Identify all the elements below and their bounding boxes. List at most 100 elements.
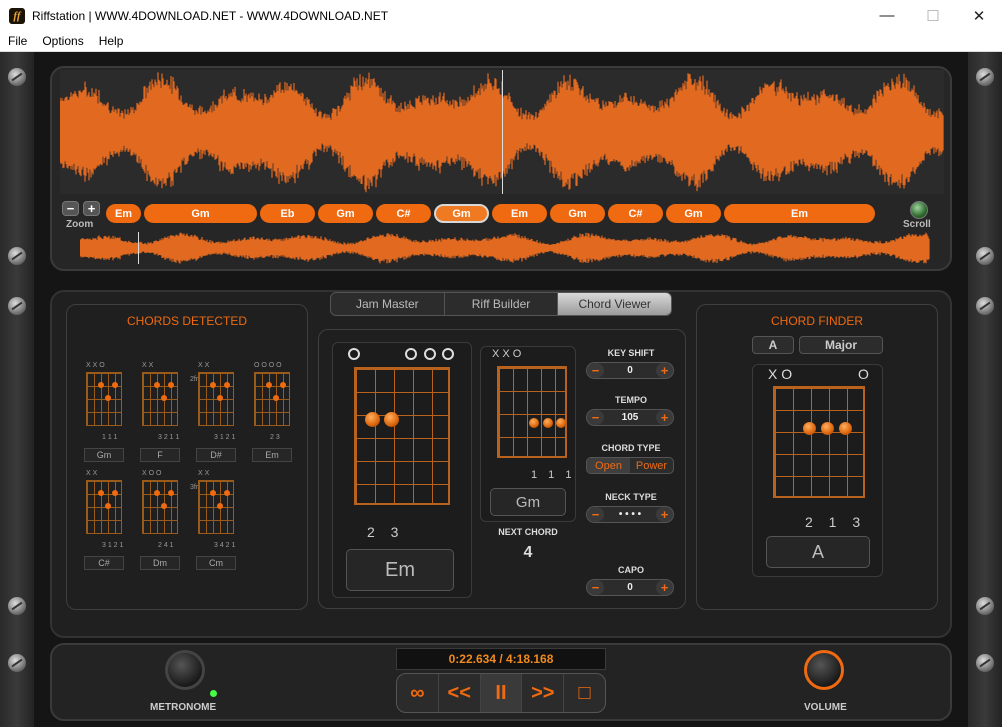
scroll-toggle[interactable]	[910, 201, 928, 219]
detected-chord-fingering: 1 1 1	[102, 434, 118, 441]
volume-label: VOLUME	[804, 702, 847, 713]
finger-dot	[224, 382, 230, 388]
open-string-icon	[424, 348, 436, 360]
loop-button[interactable]: ∞	[397, 674, 439, 712]
transport-controls: ∞ << II >> □	[396, 673, 606, 713]
time-display: 0:22.634 / 4:18.168	[396, 648, 606, 670]
rewind-button[interactable]: <<	[439, 674, 481, 712]
finger-dot	[168, 490, 174, 496]
pause-button[interactable]: II	[480, 674, 523, 712]
current-chord-fingering: 2 3	[367, 524, 405, 540]
next-chord-label: NEXT CHORD	[498, 527, 558, 537]
neck-type-minus-button[interactable]: −	[587, 507, 604, 522]
key-shift-plus-button[interactable]: +	[656, 363, 673, 378]
chord-type-power[interactable]: Power	[630, 458, 673, 473]
open-string-icon	[405, 348, 417, 360]
chord-pill[interactable]: Eb	[260, 204, 315, 223]
finger-dot	[154, 382, 160, 388]
tab-chord-viewer[interactable]: Chord Viewer	[558, 293, 671, 315]
finger-dot	[210, 490, 216, 496]
riffstation-app-icon: ff	[9, 7, 25, 24]
next-chord-name: Gm	[490, 488, 566, 516]
fast-forward-button[interactable]: >>	[522, 674, 565, 712]
neck-type-plus-button[interactable]: +	[656, 507, 673, 522]
finder-quality-select[interactable]: Major	[799, 336, 883, 354]
stop-button[interactable]: □	[564, 674, 605, 712]
chord-type-open[interactable]: Open	[587, 458, 630, 473]
zoom-out-button[interactable]: −	[62, 201, 79, 216]
left-rack-rail	[0, 52, 34, 727]
detected-chord-fret: 3fr	[190, 484, 199, 491]
waveform-bars	[80, 232, 930, 264]
open-string-icon	[348, 348, 360, 360]
volume-knob-icon[interactable]	[804, 650, 844, 690]
detected-chord-name: Cm	[196, 556, 236, 570]
finger-dot	[803, 422, 816, 435]
key-shift-stepper: − 0 +	[586, 362, 674, 379]
overview-waveform[interactable]	[80, 232, 930, 264]
detected-chord-fingering: 2 4 1	[158, 542, 174, 549]
tempo-stepper: − 105 +	[586, 409, 674, 426]
detected-chord-fretboard	[86, 372, 122, 426]
chord-pill[interactable]: Gm	[550, 204, 605, 223]
detected-chord-name: F	[140, 448, 180, 462]
chord-pill[interactable]: Gm	[434, 204, 489, 223]
detected-chord-fret: 2fr	[190, 376, 199, 383]
chord-pill[interactable]: Gm	[144, 204, 257, 223]
playhead-line[interactable]	[502, 70, 503, 194]
detected-chord-fretboard	[254, 372, 290, 426]
next-chord-fretboard	[497, 366, 567, 458]
metronome-knob-icon[interactable]	[165, 650, 205, 690]
finger-dot	[161, 503, 167, 509]
screw-icon	[8, 597, 26, 615]
finger-dot	[154, 490, 160, 496]
menu-help[interactable]: Help	[91, 34, 131, 48]
capo-plus-button[interactable]: +	[656, 580, 673, 595]
neck-type-stepper: − • • • • +	[586, 506, 674, 523]
detected-chord-open-strings: X X	[198, 470, 210, 477]
tab-jam-master[interactable]: Jam Master	[331, 293, 445, 315]
zoom-in-button[interactable]: +	[83, 201, 100, 216]
menu-file[interactable]: File	[0, 34, 34, 48]
key-shift-minus-button[interactable]: −	[587, 363, 604, 378]
mode-tabs: Jam Master Riff Builder Chord Viewer	[330, 292, 672, 316]
finder-root-select[interactable]: A	[752, 336, 794, 354]
detected-chord-name: Dm	[140, 556, 180, 570]
chord-pill[interactable]: Em	[492, 204, 547, 223]
scroll-label: Scroll	[903, 219, 931, 230]
finger-dot	[556, 418, 566, 428]
chord-pill[interactable]: C#	[608, 204, 663, 223]
minimize-button[interactable]: —	[864, 0, 910, 31]
open-string-icon	[442, 348, 454, 360]
screw-icon	[8, 297, 26, 315]
detected-chord-fingering: 3 1 2 1	[214, 434, 236, 441]
metronome-label: METRONOME	[150, 702, 217, 713]
finger-dot	[384, 412, 399, 427]
tempo-value: 105	[621, 412, 639, 423]
screw-icon	[976, 597, 994, 615]
close-button[interactable]: ✕	[956, 0, 1002, 31]
finger-dot	[273, 395, 279, 401]
zoom-label: Zoom	[66, 219, 94, 230]
capo-minus-button[interactable]: −	[587, 580, 604, 595]
screw-icon	[8, 654, 26, 672]
tempo-plus-button[interactable]: +	[656, 410, 673, 425]
detected-chord-fretboard	[86, 480, 122, 534]
detected-chord-fretboard	[142, 372, 178, 426]
chord-pill[interactable]: Em	[106, 204, 141, 223]
next-chord-count: 4	[523, 544, 533, 561]
finger-dot	[217, 395, 223, 401]
menu-options[interactable]: Options	[34, 34, 90, 48]
capo-label: CAPO	[617, 565, 644, 575]
maximize-button[interactable]: ☐	[910, 0, 956, 31]
chord-pill[interactable]: Gm	[318, 204, 373, 223]
detected-chord-name: Gm	[84, 448, 124, 462]
tab-riff-builder[interactable]: Riff Builder	[445, 293, 559, 315]
chord-pill[interactable]: Em	[724, 204, 875, 223]
screw-icon	[976, 68, 994, 86]
finder-fingering: 2 1 3	[805, 514, 867, 530]
capo-stepper: − 0 +	[586, 579, 674, 596]
chord-pill[interactable]: C#	[376, 204, 431, 223]
tempo-minus-button[interactable]: −	[587, 410, 604, 425]
chord-pill[interactable]: Gm	[666, 204, 721, 223]
